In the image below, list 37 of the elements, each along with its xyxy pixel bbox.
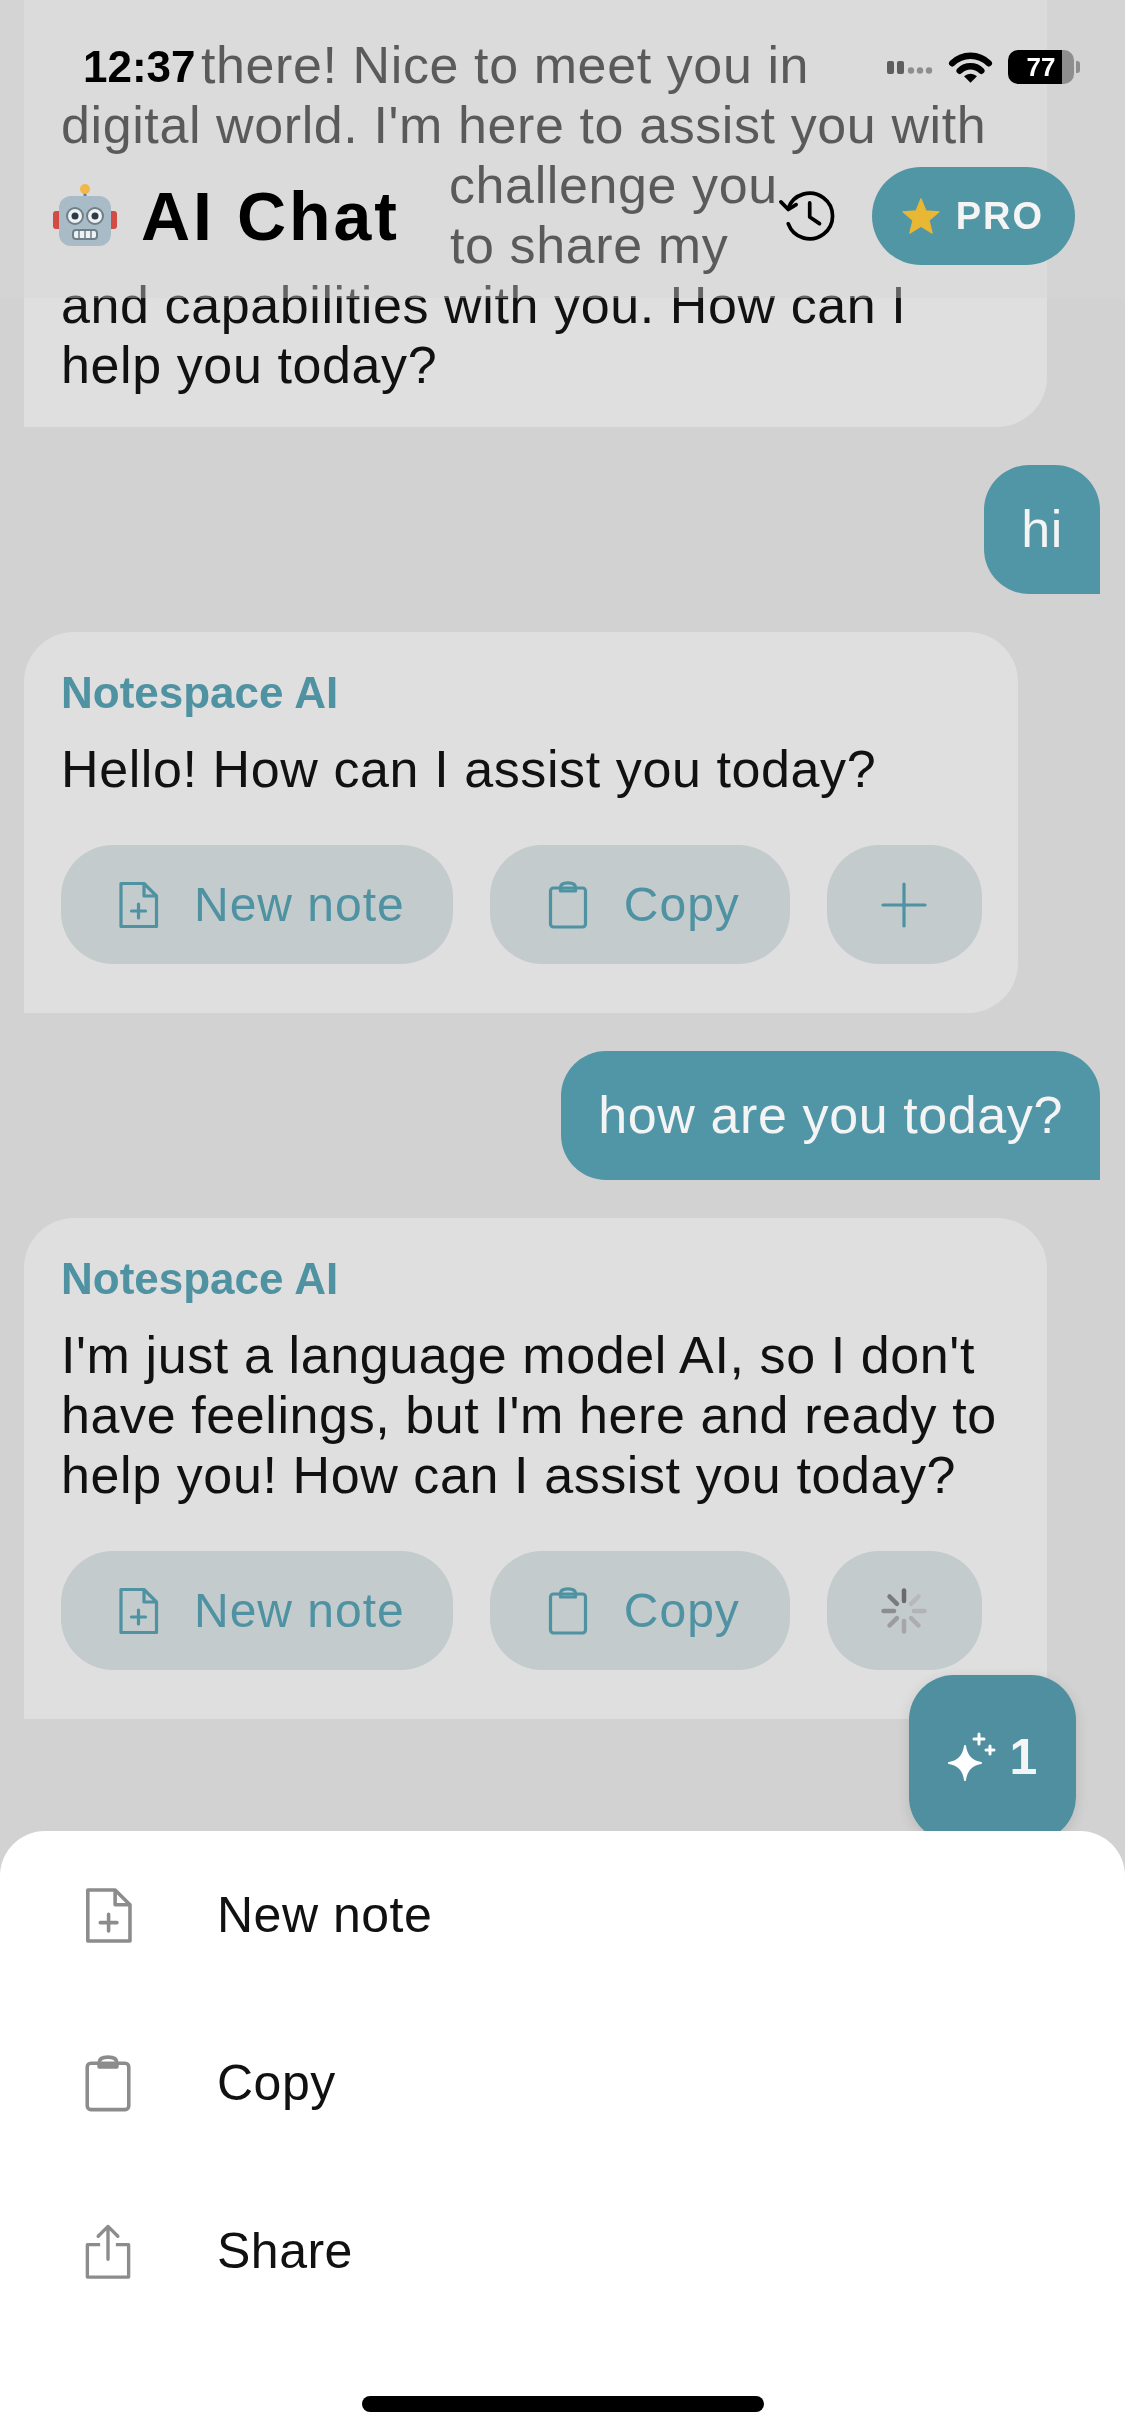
pro-button[interactable]: PRO <box>871 167 1075 265</box>
message-text-fragment: digital world. I'm here to assist you with <box>61 95 987 155</box>
copy-button[interactable]: Copy <box>489 1551 790 1670</box>
share-menu-item[interactable]: Share <box>0 2167 1125 2335</box>
message-text-fragment: there! Nice to meet you in <box>201 35 810 95</box>
message-text-fragment: to share my <box>450 215 729 275</box>
message-text: I'm just a language model AI, so I don't have feelings, but I'm here and ready to help you! How can I assist you today? <box>61 1325 998 1505</box>
message-text-fragment: challenge you <box>449 155 778 215</box>
document-plus-icon <box>117 880 159 929</box>
share-icon <box>83 2222 133 2280</box>
robot-icon <box>52 183 118 249</box>
sender-name: Notespace AI <box>61 1254 340 1304</box>
history-button[interactable] <box>777 191 836 241</box>
spinner-icon <box>880 1586 929 1635</box>
message-text: Hello! How can I assist you today? <box>61 739 878 799</box>
copy-button[interactable]: Copy <box>489 845 790 964</box>
app-title: AI Chat <box>141 177 400 255</box>
sparkle-icon <box>947 1731 996 1782</box>
plus-icon <box>881 881 928 928</box>
clipboard-icon <box>83 2054 133 2112</box>
user-message: hi <box>984 465 1100 594</box>
message-text: and capabilities with you. How can I help you today? <box>61 275 908 395</box>
battery-indicator: 77 <box>1008 50 1080 84</box>
wifi-icon <box>947 50 994 84</box>
signal-icon <box>887 60 933 74</box>
star-icon <box>901 198 940 234</box>
status-time: 12:37 <box>83 42 196 92</box>
new-note-button[interactable]: New note <box>61 845 453 964</box>
user-message: how are you today? <box>561 1051 1100 1180</box>
copy-menu-item[interactable]: Copy <box>0 1999 1125 2167</box>
clipboard-icon <box>546 880 589 929</box>
document-plus-icon <box>83 1886 133 1944</box>
history-icon <box>777 191 836 241</box>
new-note-button[interactable]: New note <box>61 1551 453 1670</box>
sender-name: Notespace AI <box>61 668 340 718</box>
document-plus-icon <box>117 1586 159 1635</box>
clipboard-icon <box>546 1586 589 1635</box>
